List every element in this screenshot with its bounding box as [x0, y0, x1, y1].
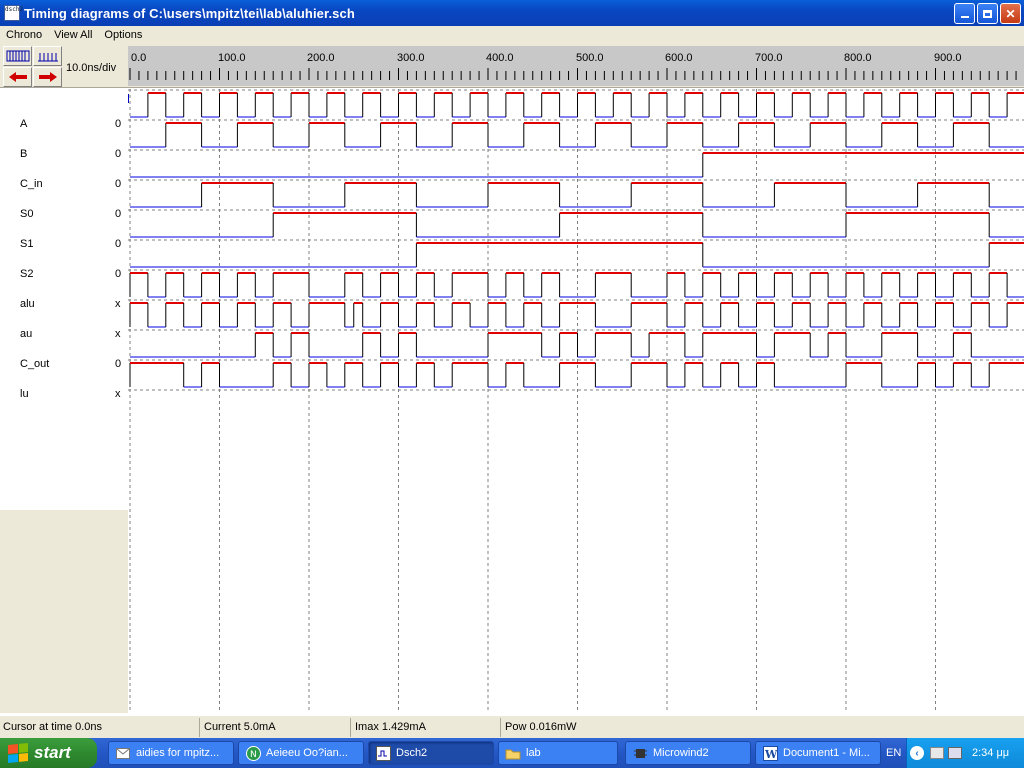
- ruler-label-0: 0.0: [131, 52, 147, 64]
- signal-name-s2[interactable]: S2: [20, 268, 33, 280]
- signal-name-au[interactable]: au: [20, 328, 32, 340]
- status-current: Current 5.0mA: [201, 718, 351, 737]
- maximize-button[interactable]: [977, 3, 998, 24]
- menu-view-all[interactable]: View All: [48, 29, 98, 41]
- minimize-button[interactable]: [954, 3, 975, 24]
- scroll-right-button[interactable]: [33, 67, 62, 87]
- start-label: start: [34, 743, 71, 762]
- minimize-icon: [960, 15, 969, 18]
- menu-chrono[interactable]: Chrono: [0, 29, 48, 41]
- language-indicator[interactable]: EN: [886, 738, 901, 768]
- restore-icon: [983, 9, 992, 18]
- ruler-label-700: 700.0: [755, 52, 783, 64]
- folder-icon: [505, 745, 521, 761]
- signal-name-c-out[interactable]: C_out: [20, 358, 49, 370]
- ruler-label-300: 300.0: [397, 52, 425, 64]
- ruler-label-900: 900.0: [934, 52, 962, 64]
- task-label: lab: [526, 747, 541, 759]
- signal-value-s2: 0: [115, 268, 122, 280]
- task-browser[interactable]: N Aeieeu Oo?ian...: [238, 741, 364, 765]
- signal-value-c-out: 0: [115, 358, 122, 370]
- menu-bar: Chrono View All Options: [0, 26, 1024, 44]
- close-button[interactable]: ✕: [1000, 3, 1021, 24]
- taskbar: start aidies for mpitz... N Aeieeu Oo?ia…: [0, 738, 1024, 768]
- ruler-label-600: 600.0: [665, 52, 693, 64]
- word-icon: W: [762, 745, 778, 761]
- tray-arrow-icon[interactable]: ‹: [910, 746, 924, 760]
- monitor-icon[interactable]: [948, 747, 962, 759]
- signal-value-alu: x: [115, 298, 121, 310]
- task-word-document[interactable]: W Document1 - Mi...: [755, 741, 881, 765]
- signal-value-s1: 0: [115, 238, 122, 250]
- waveform-canvas[interactable]: [128, 89, 1024, 713]
- names-pane-empty-area: [0, 510, 128, 713]
- signal-value-lu: x: [115, 388, 121, 400]
- signal-name-c-in[interactable]: C_in: [20, 178, 43, 190]
- task-label: Dsch2: [396, 747, 428, 759]
- clock[interactable]: 2:34 μμ: [972, 747, 1009, 759]
- windows-logo-icon: [8, 742, 28, 764]
- status-bar: Cursor at time 0.0ns Current 5.0mA Imax …: [0, 715, 1024, 738]
- ruler-label-400: 400.0: [486, 52, 514, 64]
- signal-value-b: 0: [115, 148, 122, 160]
- task-label: Microwind2: [653, 747, 709, 759]
- signal-name-lu[interactable]: lu: [20, 388, 29, 400]
- task-lab-folder[interactable]: lab: [498, 741, 618, 765]
- task-microwind2[interactable]: Microwind2: [625, 741, 751, 765]
- system-tray: ‹ 2:34 μμ: [906, 738, 1024, 768]
- ruler-label-100: 100.0: [218, 52, 246, 64]
- network-icon[interactable]: [930, 747, 944, 759]
- arrow-right-icon: [38, 72, 57, 82]
- status-imax: Imax 1.429mA: [352, 718, 501, 737]
- signal-name-s1[interactable]: S1: [20, 238, 33, 250]
- dense-ticks-icon: [6, 50, 29, 62]
- signal-value-s0: 0: [115, 208, 122, 220]
- waveform-pane[interactable]: [128, 89, 1024, 713]
- signal-value-a: 0: [115, 118, 122, 130]
- time-ruler[interactable]: 0.0 100.0 200.0 300.0 400.0 500.0 600.0 …: [128, 46, 1024, 86]
- window-title: Timing diagrams of C:\users\mpitz\tei\la…: [24, 5, 355, 21]
- zoom-in-button[interactable]: [3, 46, 32, 66]
- task-mail[interactable]: aidies for mpitz...: [108, 741, 234, 765]
- sparse-ticks-icon: [37, 53, 58, 62]
- status-cursor-time: Cursor at time 0.0ns: [0, 718, 200, 737]
- time-scale-label: 10.0ns/div: [66, 62, 117, 74]
- chip-icon: [632, 745, 648, 761]
- signal-name-s0[interactable]: S0: [20, 208, 33, 220]
- task-label: aidies for mpitz...: [136, 747, 220, 759]
- ruler-label-500: 500.0: [576, 52, 604, 64]
- arrow-left-icon: [8, 72, 27, 82]
- menu-options[interactable]: Options: [98, 29, 148, 41]
- task-label: Aeieeu Oo?ian...: [266, 747, 348, 759]
- browser-icon: N: [245, 745, 261, 761]
- dsch-app-icon[interactable]: dsch2: [4, 5, 23, 21]
- toolbar: 10.0ns/div 0.0 100.0 200.0 300.0 400.0 5…: [0, 44, 1024, 88]
- signal-value-au: x: [115, 328, 121, 340]
- status-power: Pow 0.016mW: [505, 721, 577, 733]
- scroll-left-button[interactable]: [3, 67, 32, 87]
- signal-names-pane: A 0 B 0 C_in 0 S0 0 S1 0 S2 0 alu x au x…: [0, 89, 128, 713]
- ruler-label-200: 200.0: [307, 52, 335, 64]
- signal-name-b[interactable]: B: [20, 148, 27, 160]
- signal-name-a[interactable]: A: [20, 118, 27, 130]
- signal-value-c-in: 0: [115, 178, 122, 190]
- dsch-icon: [375, 745, 391, 761]
- signal-name-alu[interactable]: alu: [20, 298, 35, 310]
- task-dsch2[interactable]: Dsch2: [368, 741, 494, 765]
- ruler-label-800: 800.0: [844, 52, 872, 64]
- title-bar: dsch2 Timing diagrams of C:\users\mpitz\…: [0, 0, 1024, 26]
- zoom-out-button[interactable]: [33, 46, 62, 66]
- close-icon: ✕: [1005, 6, 1016, 21]
- start-button[interactable]: start: [0, 738, 97, 768]
- task-label: Document1 - Mi...: [783, 747, 870, 759]
- mail-icon: [115, 745, 131, 761]
- svg-text:W: W: [764, 748, 778, 761]
- svg-text:N: N: [250, 750, 257, 760]
